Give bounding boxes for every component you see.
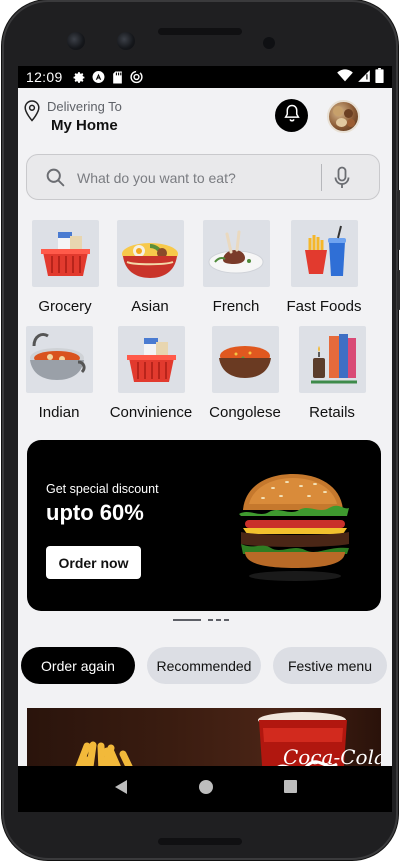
delivery-location[interactable]: My Home	[51, 117, 118, 134]
lamb-chop-plate-icon	[203, 220, 270, 287]
status-time: 12:09	[26, 69, 63, 85]
search-divider	[321, 164, 322, 191]
grocery-basket-icon	[32, 220, 99, 287]
camera-lens-icon	[67, 32, 85, 50]
camera-lens-icon	[117, 32, 135, 50]
speaker-grille	[158, 838, 242, 845]
burger-image	[235, 468, 355, 588]
category-label: Fast Foods	[286, 298, 362, 315]
recents-icon[interactable]	[283, 780, 297, 798]
proximity-sensor	[263, 37, 275, 49]
carousel-dot-active[interactable]	[173, 619, 201, 621]
tab-order-again[interactable]: Order again	[21, 647, 135, 684]
carousel-indicator[interactable]	[173, 619, 229, 621]
settings-gear-icon	[73, 71, 86, 84]
order-now-button[interactable]: Order now	[46, 546, 141, 579]
promo-banner[interactable]: Get special discount upto 60% Order now	[27, 440, 381, 611]
home-icon[interactable]	[198, 779, 213, 799]
category-label: Convinience	[109, 404, 193, 421]
avatar[interactable]	[327, 100, 360, 133]
earpiece	[158, 28, 242, 35]
rice-bowl-icon	[212, 326, 279, 393]
sd-card-icon	[111, 71, 124, 84]
mic-icon[interactable]	[334, 166, 350, 195]
carousel-dot[interactable]	[216, 619, 221, 621]
system-nav-bar	[18, 766, 392, 812]
category-label: Indian	[38, 404, 80, 421]
promo-headline: upto 60%	[46, 500, 144, 525]
app-a-icon	[92, 71, 105, 84]
tab-festive-menu[interactable]: Festive menu	[273, 647, 387, 684]
category-label: Grocery	[38, 298, 92, 315]
sync-icon	[129, 70, 143, 84]
promo-subtitle: Get special discount	[46, 482, 159, 496]
category-label: Asian	[131, 298, 169, 315]
delivering-to-label: Delivering To	[47, 99, 122, 114]
bell-icon	[283, 103, 301, 128]
status-bar: 12:09	[18, 66, 392, 88]
tab-recommended[interactable]: Recommended	[147, 647, 261, 684]
cellular-signal-icon	[357, 69, 371, 86]
convenience-basket-icon	[118, 326, 185, 393]
carousel-dot[interactable]	[208, 619, 213, 621]
notifications-button[interactable]	[275, 99, 308, 132]
app-header: Delivering To My Home	[18, 88, 392, 146]
battery-icon	[375, 68, 384, 86]
category-label: French	[212, 298, 260, 315]
app-screen: 12:09 Delivering To My Home What do you …	[18, 66, 392, 810]
location-pin-icon[interactable]	[24, 100, 40, 127]
wifi-icon	[337, 69, 353, 85]
category-label: Congolese	[209, 404, 281, 421]
books-candle-icon	[299, 326, 366, 393]
category-label: Retails	[309, 404, 355, 421]
noodle-bowl-icon	[117, 220, 184, 287]
carousel-dot[interactable]	[224, 619, 229, 621]
search-icon	[45, 167, 66, 193]
search-bar[interactable]: What do you want to eat?	[26, 154, 380, 200]
fries-drink-icon	[291, 220, 358, 287]
back-icon[interactable]	[114, 779, 128, 800]
curry-pot-icon	[26, 326, 93, 393]
search-input[interactable]: What do you want to eat?	[77, 170, 236, 186]
